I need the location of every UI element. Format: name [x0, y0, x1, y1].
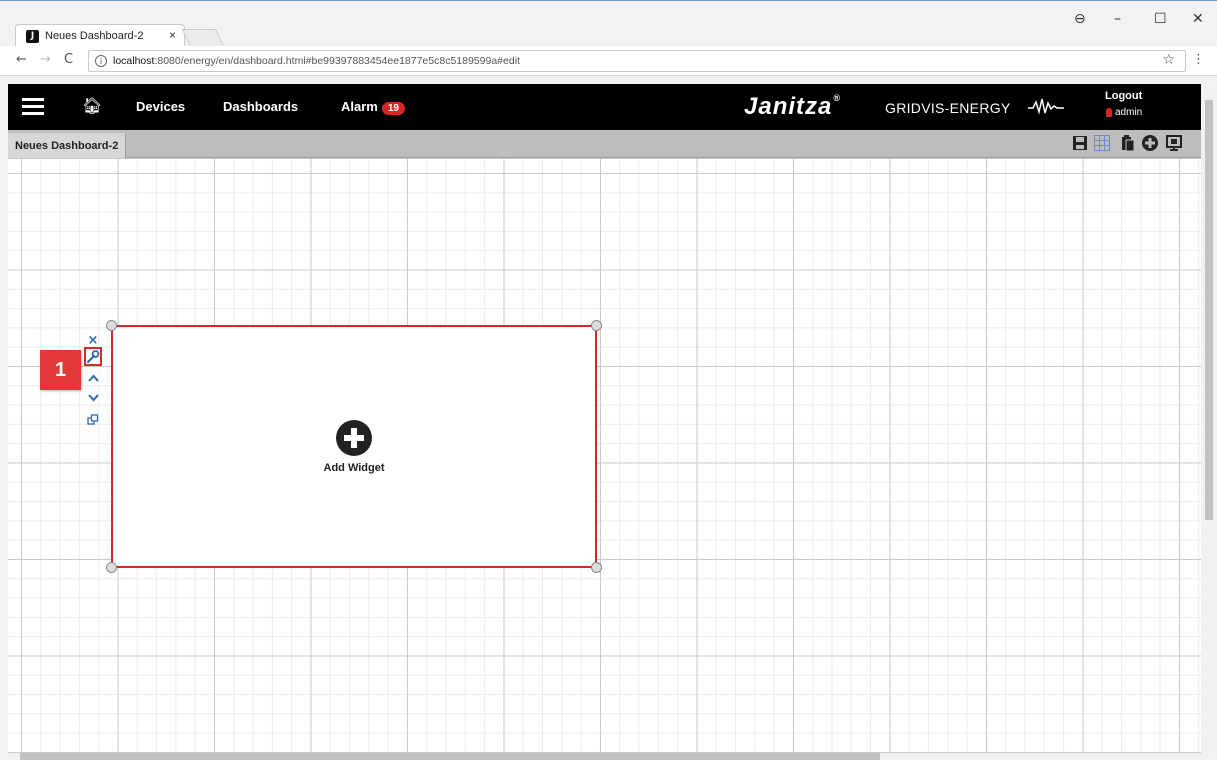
logout-link[interactable]: Logout	[1105, 90, 1142, 102]
wrench-icon	[86, 350, 100, 364]
resize-handle-top-right[interactable]	[591, 320, 602, 331]
user-icon	[1106, 108, 1112, 117]
nav-dashboards[interactable]: Dashboards	[223, 99, 298, 114]
brand-name: Janitza	[744, 93, 833, 120]
resize-handle-top-left[interactable]	[106, 320, 117, 331]
grid-icon[interactable]	[1093, 134, 1111, 152]
janitza-favicon-icon: J	[26, 29, 39, 43]
browser-titlebar: J Neues Dashboard-2 × ⊖ – ☐ ✕	[0, 0, 1217, 47]
widget-placeholder[interactable]: Add Widget	[111, 325, 597, 568]
bookmark-star-icon[interactable]: ☆	[1162, 52, 1175, 68]
back-arrow-icon[interactable]: ←	[16, 52, 27, 67]
remove-widget-icon[interactable]: ×	[85, 333, 101, 348]
nav-alarm[interactable]: Alarm 19	[341, 99, 405, 115]
add-circle-icon[interactable]	[1141, 134, 1159, 152]
browser-menu-icon[interactable]: ⋮	[1192, 52, 1205, 67]
move-down-icon[interactable]	[88, 394, 99, 402]
paste-icon[interactable]	[1119, 134, 1137, 152]
add-widget-label: Add Widget	[323, 461, 385, 474]
present-icon[interactable]	[1165, 134, 1183, 152]
product-name: GRIDVIS-ENERGY	[885, 100, 1011, 116]
forward-arrow-icon[interactable]: →	[40, 52, 51, 67]
username: admin	[1115, 107, 1143, 118]
vertical-scroll-thumb[interactable]	[1205, 100, 1213, 520]
resize-handle-bottom-right[interactable]	[591, 562, 602, 573]
add-widget-button[interactable]: Add Widget	[113, 327, 595, 566]
copy-widget-icon[interactable]	[87, 414, 99, 426]
reload-icon[interactable]: C	[64, 52, 73, 67]
info-icon[interactable]: i	[95, 55, 107, 67]
address-bar-row: ← → C i localhost:8080/energy/en/dashboa…	[0, 46, 1217, 76]
janitza-logo: Janitza®	[744, 93, 841, 121]
horizontal-scroll-thumb[interactable]	[20, 753, 880, 760]
nav-devices[interactable]: Devices	[136, 99, 185, 114]
add-circle-icon[interactable]	[336, 419, 372, 456]
move-up-icon[interactable]	[88, 374, 99, 382]
save-icon[interactable]	[1071, 134, 1089, 152]
resize-handle-bottom-left[interactable]	[106, 562, 117, 573]
app-header: 🏠︎ Devices Dashboards Alarm 19 Janitza® G…	[8, 84, 1201, 130]
tab-close-icon[interactable]: ×	[169, 28, 176, 42]
alarm-count-badge: 19	[381, 102, 405, 115]
tab-neues-dashboard-2[interactable]: Neues Dashboard-2	[8, 133, 127, 158]
registered-mark: ®	[833, 93, 842, 103]
profile-icon[interactable]: ⊖	[1074, 11, 1086, 27]
browser-tab[interactable]: J Neues Dashboard-2 ×	[15, 24, 185, 47]
home-icon[interactable]: 🏠︎	[82, 96, 102, 115]
configure-widget-button[interactable]	[84, 347, 102, 366]
close-window-button[interactable]: ✕	[1192, 11, 1204, 27]
url-input[interactable]: i localhost:8080/energy/en/dashboard.htm…	[88, 50, 1186, 72]
url-host: localhost	[113, 55, 155, 67]
nav-alarm-label: Alarm	[341, 99, 378, 114]
new-tab-button[interactable]	[181, 29, 225, 47]
maximize-button[interactable]: ☐	[1154, 11, 1167, 27]
url-path: :8080/energy/en/dashboard.html#be9939788…	[154, 55, 520, 67]
dashboard-toolbar: Neues Dashboard-2	[8, 130, 1201, 158]
minimize-button[interactable]: –	[1114, 11, 1121, 27]
vertical-scrollbar[interactable]	[1201, 84, 1217, 753]
horizontal-scrollbar[interactable]	[8, 753, 1201, 760]
energy-wave-icon	[1028, 98, 1064, 115]
step-marker: 1	[40, 350, 81, 390]
user-label: admin	[1106, 107, 1142, 118]
tab-title: Neues Dashboard-2	[45, 30, 144, 42]
hamburger-menu-icon[interactable]	[22, 98, 44, 116]
